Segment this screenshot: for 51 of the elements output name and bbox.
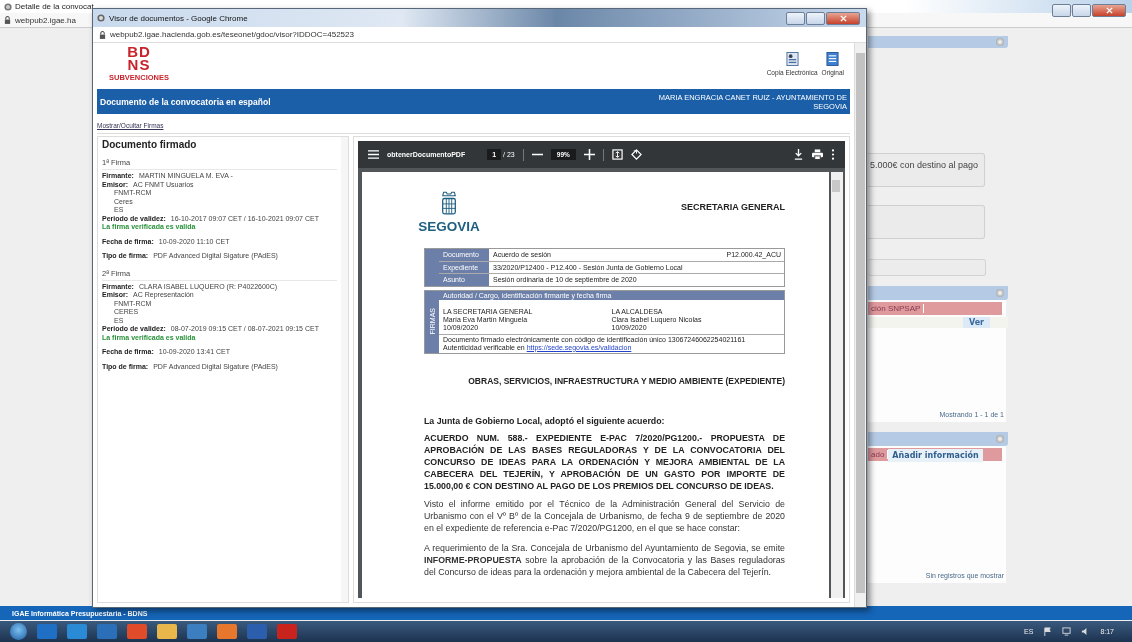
globe-icon: [97, 14, 105, 22]
section-heading: OBRAS, SERVICIOS, INFRAESTRUCTURA Y MEDIO AMBIENTE (EXPEDIENTE): [467, 375, 785, 386]
body-paragraph: Visto el informe emitido por el Técnico de la Administración General del Servicio de Urbanismo con el Vº Bº de la Concejala de Urbanismo, de fecha 9 de septiembre de 2020 en el expediente de referencia e-Pac 7/2020/PG1200, en el que se hace constar:: [424, 497, 785, 534]
fit-page-icon[interactable]: [611, 149, 623, 160]
flag-icon[interactable]: [1043, 627, 1053, 636]
zoom-in-icon[interactable]: [583, 149, 595, 160]
close-button[interactable]: [1092, 4, 1126, 17]
collapse-icon[interactable]: [996, 435, 1004, 443]
coat-of-arms-drawing: [440, 190, 458, 216]
start-button[interactable]: [10, 623, 27, 640]
panel-title: Documento firmado: [102, 139, 198, 150]
scrollbar[interactable]: [341, 137, 348, 602]
logo-text: BD: [127, 45, 151, 58]
minimize-button[interactable]: [1052, 4, 1071, 17]
scrollbar[interactable]: [854, 43, 866, 607]
network-icon[interactable]: [1062, 627, 1072, 636]
maximize-button[interactable]: [806, 11, 825, 25]
lock-icon: [4, 16, 11, 24]
close-icon: [1105, 7, 1113, 14]
agreement-text: ACUERDO NUM. 588.- EXPEDIENTE E-PAC 7/2020/PG1200.- PROPUESTA DE APROBACIÓN DE LAS BASES REGULADORAS Y DE LA CONVOCATORIA DEL CONCURSO DE IDEAS PARA LA ORDENACIÓN Y MEJORA AMBIENTAL DE LA CABECERA DEL TEJERÍN, Y APROBACIÓN DE UN GASTO POR IMPORTE DE 15.000,00 € CON DESTINO AL PAGO DE LOS PREMIOS DEL CONCURSO DE IDEAS.: [424, 431, 785, 492]
column-header: ción SNPSAP: [868, 304, 925, 313]
body-paragraph: A requerimiento de la Sra. Concejala de Urbanismo del Ayuntamiento de Segovia, se emite INFORME-PROPUESTA sobre la aprobación de la Convocatoria y las Bases reguladoras del Concurso de ideas para la ordenación y mejora ambiental de la Cabecera del Tejerín.: [424, 541, 785, 578]
collapse-icon[interactable]: [996, 289, 1004, 297]
logo-text: NS: [127, 58, 151, 71]
view-button[interactable]: Ver: [962, 317, 990, 328]
description-field[interactable]: 5.000€ con destino al pago: [868, 153, 985, 187]
close-button[interactable]: [826, 11, 860, 25]
rotate-icon[interactable]: [630, 149, 642, 160]
download-icon[interactable]: [793, 149, 804, 160]
city-name: SEGOVIA: [418, 219, 480, 234]
print-icon[interactable]: [812, 149, 823, 160]
department-title: SECRETARIA GENERAL: [681, 202, 785, 212]
more-options-icon[interactable]: [831, 149, 835, 160]
intro-text: La Junta de Gobierno Local, adoptó el siguiente acuerdo:: [424, 415, 666, 426]
document-icon: [826, 51, 840, 67]
banner-title: Documento de la convocatoria en español: [100, 96, 271, 107]
lock-icon: [99, 30, 106, 39]
id-card-icon: [785, 51, 799, 67]
address-bar[interactable]: webpub2.igae.hacienda.gob.es/teseonet/gdoc/visor?IDDOC=452523: [110, 30, 354, 39]
close-icon: [839, 14, 847, 22]
globe-icon: [4, 2, 12, 11]
address-bar[interactable]: webpub2.igae.ha: [15, 15, 76, 25]
window-title: Visor de documentos - Google Chrome: [109, 13, 248, 23]
scrollbar[interactable]: [831, 172, 843, 598]
add-info-button[interactable]: Añadir información: [888, 449, 983, 462]
maximize-button[interactable]: [1072, 4, 1091, 17]
menu-icon[interactable]: [368, 149, 379, 160]
input-field[interactable]: [868, 259, 986, 276]
table-side-strip: [425, 249, 439, 286]
minimize-button[interactable]: [786, 11, 805, 25]
collapse-icon[interactable]: [996, 38, 1004, 46]
